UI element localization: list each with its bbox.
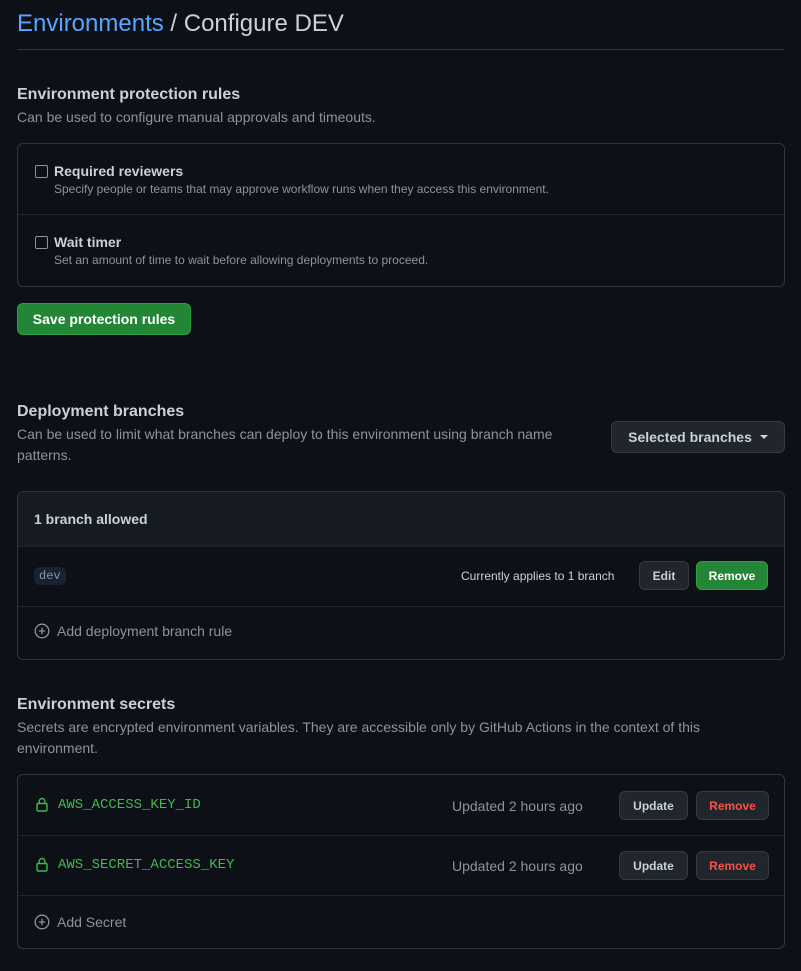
branch-pattern: dev xyxy=(34,567,66,585)
required-reviewers-checkbox[interactable] xyxy=(35,165,48,178)
add-deployment-branch-rule[interactable]: Add deployment branch rule xyxy=(34,623,232,639)
required-reviewers-note: Specify people or teams that may approve… xyxy=(54,182,549,196)
protection-rules-box: Required reviewers Specify people or tea… xyxy=(17,143,785,287)
edit-branch-rule-button[interactable]: Edit xyxy=(639,561,689,590)
secret-updated: Updated 2 hours ago xyxy=(452,798,583,814)
secret-row: AWS_SECRET_ACCESS_KEY Updated 2 hours ag… xyxy=(18,836,784,895)
add-deployment-branch-rule-label: Add deployment branch rule xyxy=(57,623,233,639)
page-header: Environments / Configure DEV xyxy=(17,0,784,50)
rule-divider xyxy=(18,214,784,215)
breadcrumb-environments-link[interactable]: Environments xyxy=(17,10,164,37)
wait-timer-note: Set an amount of time to wait before all… xyxy=(54,253,429,267)
branch-rule-row: dev Currently applies to 1 branch Edit R… xyxy=(18,547,784,606)
divider xyxy=(18,895,784,896)
lock-icon xyxy=(36,857,48,872)
secret-name: AWS_ACCESS_KEY_ID xyxy=(58,797,201,813)
secret-name: AWS_SECRET_ACCESS_KEY xyxy=(58,857,235,873)
lock-icon xyxy=(36,797,48,812)
update-secret-button[interactable]: Update xyxy=(619,851,688,880)
divider xyxy=(18,606,784,607)
selected-branches-label: Selected branches xyxy=(628,429,752,445)
branch-rules-box: 1 branch allowed dev Currently applies t… xyxy=(17,491,785,660)
remove-secret-button[interactable]: Remove xyxy=(696,851,769,880)
secret-row: AWS_ACCESS_KEY_ID Updated 2 hours ago Up… xyxy=(18,775,784,835)
page-title: Environments / Configure DEV xyxy=(17,9,344,39)
update-secret-button[interactable]: Update xyxy=(619,791,688,820)
secrets-description: Secrets are encrypted environment variab… xyxy=(17,719,700,756)
plus-circle-icon xyxy=(34,623,50,639)
plus-circle-icon xyxy=(34,914,50,930)
branches-description: Can be used to limit what branches can d… xyxy=(17,426,553,463)
required-reviewers-label: Required reviewers xyxy=(54,163,184,179)
protection-description: Can be used to configure manual approval… xyxy=(17,109,376,125)
save-protection-rules-button[interactable]: Save protection rules xyxy=(17,303,191,335)
remove-branch-rule-button[interactable]: Remove xyxy=(696,561,768,590)
remove-secret-button[interactable]: Remove xyxy=(696,791,769,820)
wait-timer-label: Wait timer xyxy=(54,234,122,250)
breadcrumb-separator: / xyxy=(163,10,184,37)
add-secret-label: Add Secret xyxy=(57,914,127,930)
wait-timer-checkbox[interactable] xyxy=(35,236,48,249)
secrets-title: Environment secrets xyxy=(17,696,176,713)
caret-down-icon xyxy=(759,435,768,439)
protection-title: Environment protection rules xyxy=(17,86,241,103)
branches-allowed-count: 1 branch allowed xyxy=(34,511,148,527)
branch-applies-text: Currently applies to 1 branch xyxy=(461,569,615,583)
add-secret[interactable]: Add Secret xyxy=(34,914,126,930)
branches-title: Deployment branches xyxy=(17,403,185,420)
secret-updated: Updated 2 hours ago xyxy=(452,858,583,874)
branch-rules-header: 1 branch allowed xyxy=(18,492,784,546)
selected-branches-dropdown[interactable]: Selected branches xyxy=(611,421,785,453)
breadcrumb-current: Configure DEV xyxy=(183,10,344,37)
secrets-box: AWS_ACCESS_KEY_ID Updated 2 hours ago Up… xyxy=(17,774,785,949)
